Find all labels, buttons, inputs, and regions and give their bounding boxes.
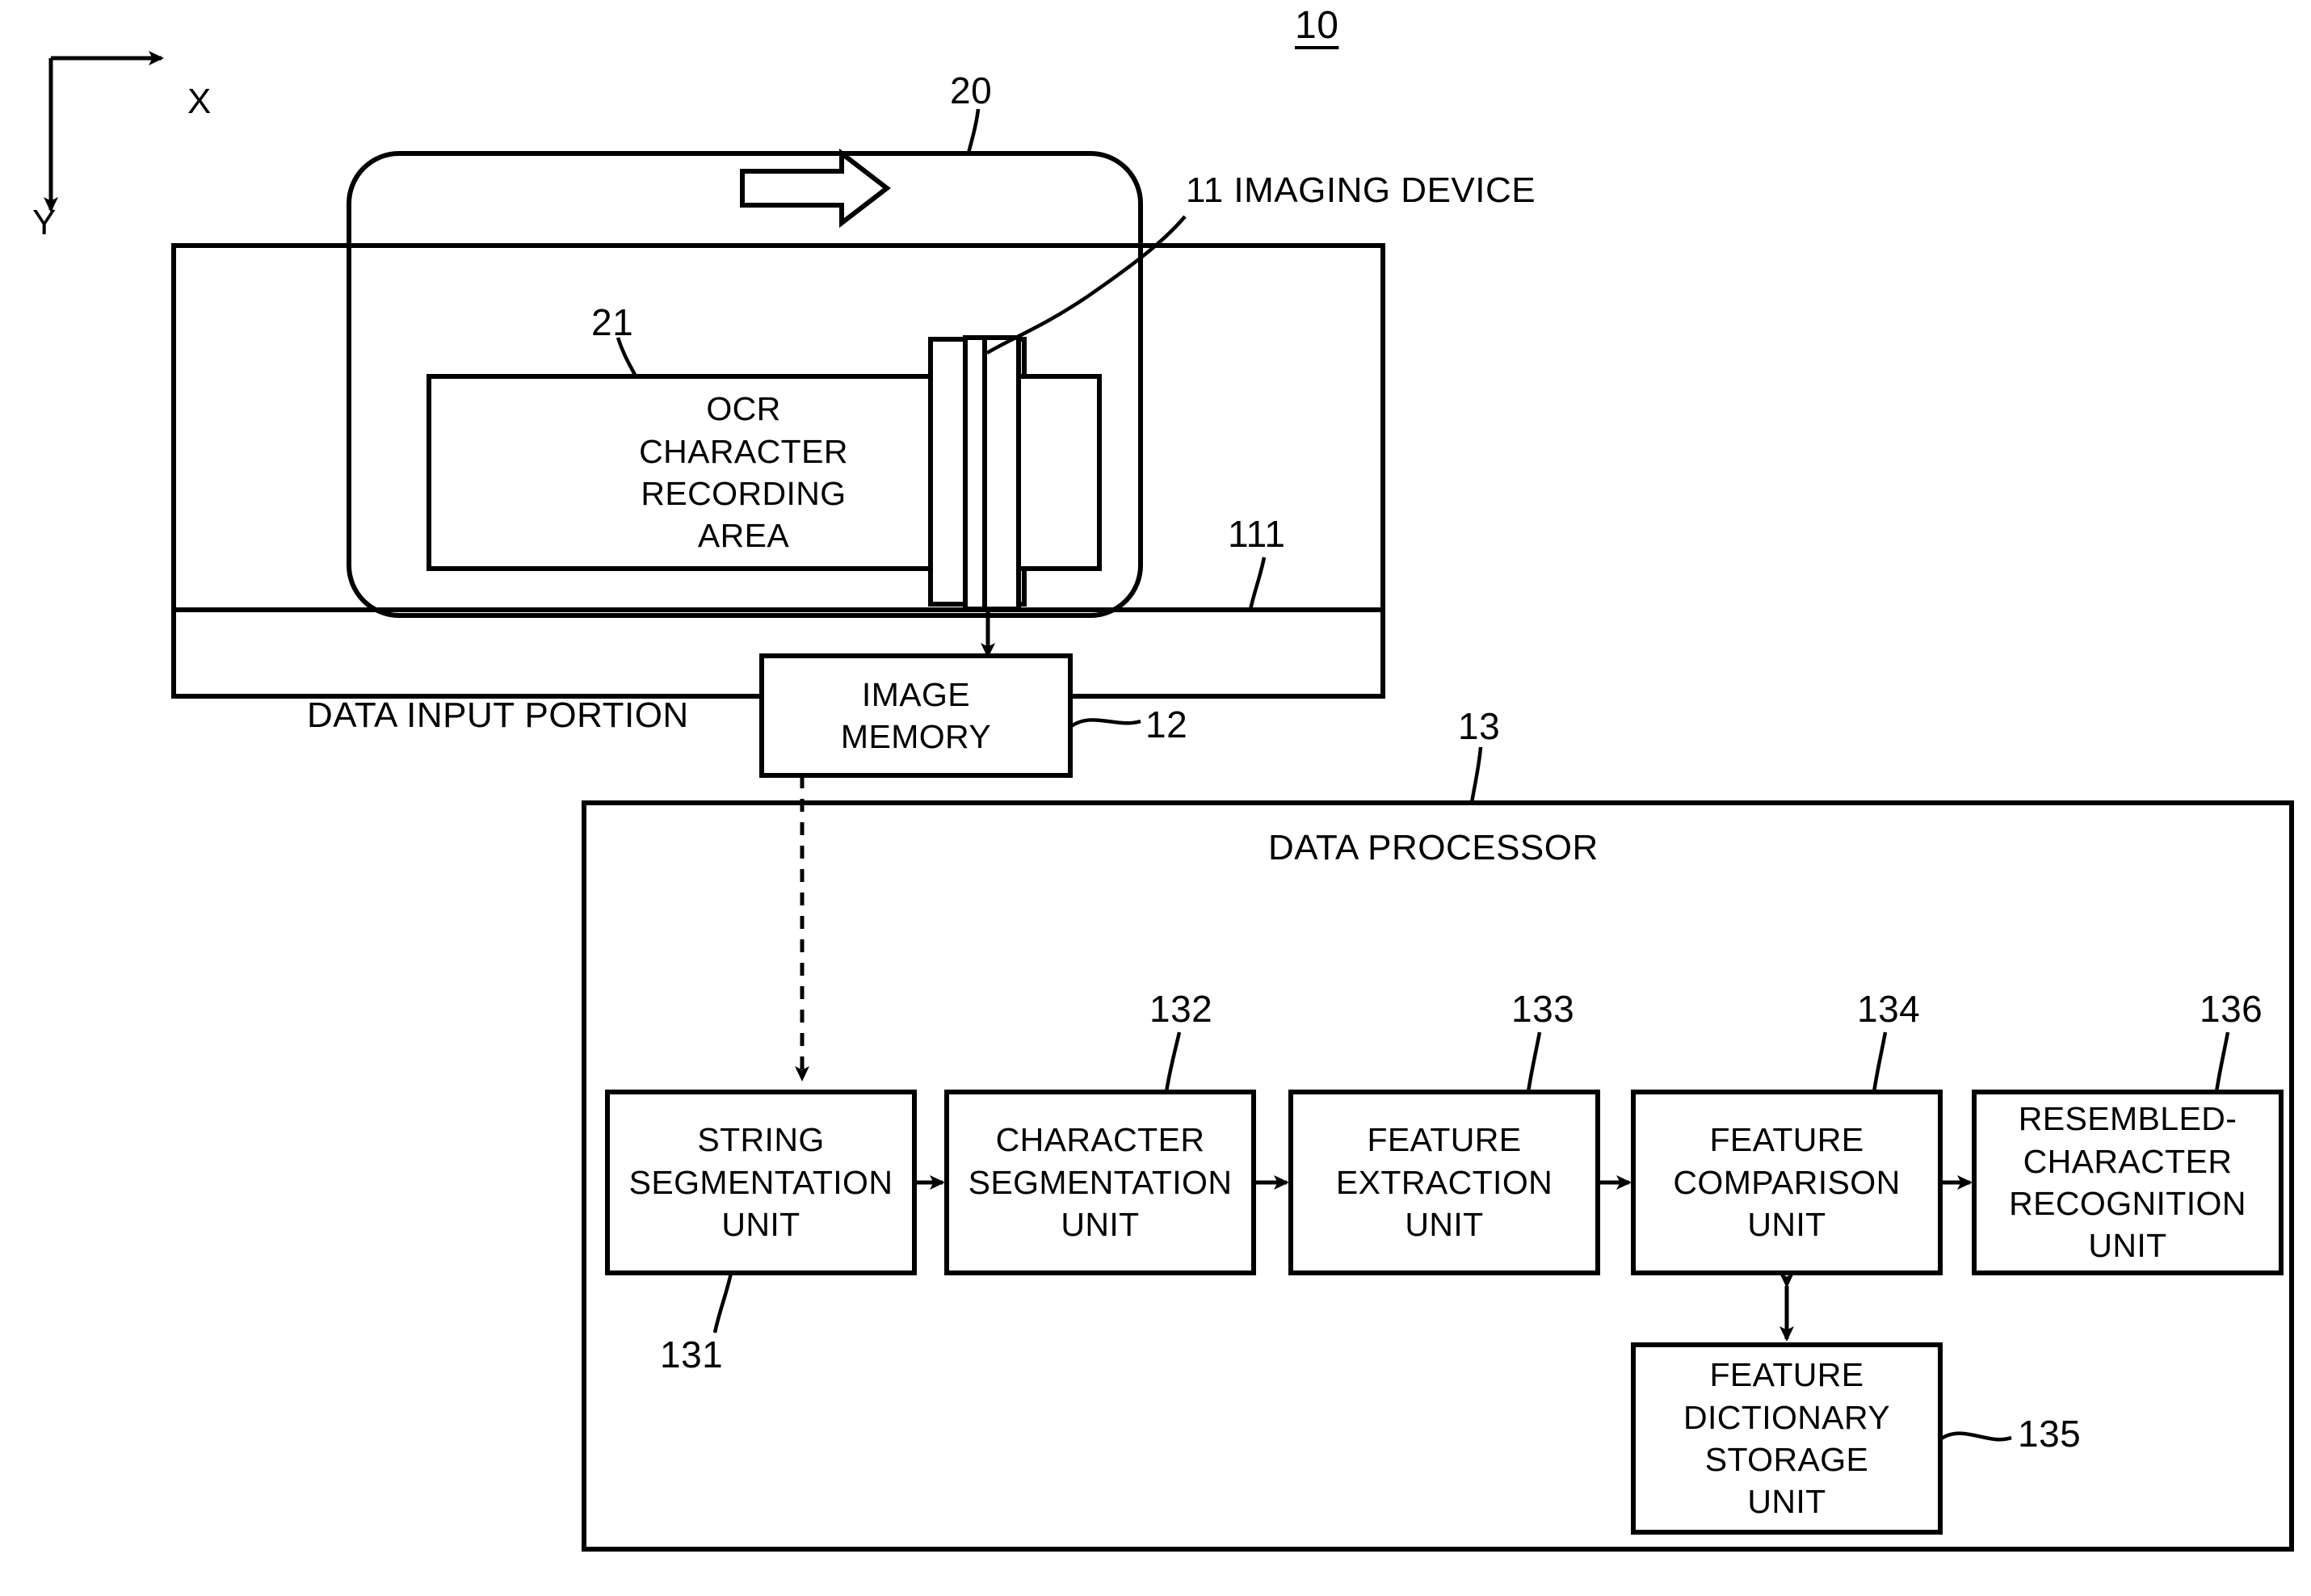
reference-number-feature-dictionary: 135 xyxy=(2018,1413,2082,1455)
feature-dictionary-storage-unit-label: FEATURE DICTIONARY STORAGE UNIT xyxy=(1683,1356,1891,1521)
reference-number-image-memory: 12 xyxy=(1145,704,1188,746)
character-segmentation-unit-label: CHARACTER SEGMENTATION UNIT xyxy=(968,1121,1233,1244)
reference-number-resembled-character: 136 xyxy=(2200,988,2263,1030)
resembled-character-recognition-unit-label: RESEMBLED- CHARACTER RECOGNITION UNIT xyxy=(2009,1100,2246,1265)
coordinate-axes xyxy=(44,51,164,212)
reference-number-character-segmentation: 132 xyxy=(1149,988,1213,1030)
reference-number-data-input-inner: 111 xyxy=(1228,513,1286,555)
reference-number-feature-extraction: 133 xyxy=(1511,988,1575,1030)
patent-figure-canvas: 10 X Y 20 11 IMAGING DEVICE 21 OCR CHARA… xyxy=(0,0,2311,1596)
diagram-vector-layer xyxy=(44,51,2294,1552)
image-memory-label: IMAGE MEMORY xyxy=(840,675,992,755)
imaging-device-leader-line xyxy=(985,215,1187,355)
medium-leader-line xyxy=(966,108,981,154)
string-segmentation-unit-label: STRING SEGMENTATION UNIT xyxy=(628,1121,893,1244)
reference-number-ocr-area: 21 xyxy=(591,301,634,343)
feature-extraction-unit-label: FEATURE EXTRACTION UNIT xyxy=(1335,1121,1553,1244)
axis-label-x: X xyxy=(187,82,212,121)
image-memory-leader-line xyxy=(1069,718,1141,729)
reference-number-medium: 20 xyxy=(950,69,993,111)
feature-comparison-unit-label: FEATURE COMPARISON UNIT xyxy=(1673,1121,1901,1244)
data-input-portion-label: DATA INPUT PORTION xyxy=(307,695,689,735)
data-processor-label: DATA PROCESSOR xyxy=(1268,828,1599,867)
figure-number: 10 xyxy=(1295,4,1339,47)
axis-label-y: Y xyxy=(32,203,57,242)
imaging-device-label: 11 IMAGING DEVICE xyxy=(1186,170,1536,210)
reference-number-data-processor: 13 xyxy=(1458,705,1501,747)
reference-number-feature-comparison: 134 xyxy=(1857,988,1921,1030)
data-input-portion-leader-line xyxy=(1248,556,1267,611)
data-processor-leader-line xyxy=(1469,746,1483,804)
transport-direction-arrow xyxy=(740,148,891,229)
ocr-recording-area-label: OCR CHARACTER RECORDING AREA xyxy=(639,390,848,555)
reference-number-string-segmentation: 131 xyxy=(660,1334,724,1376)
